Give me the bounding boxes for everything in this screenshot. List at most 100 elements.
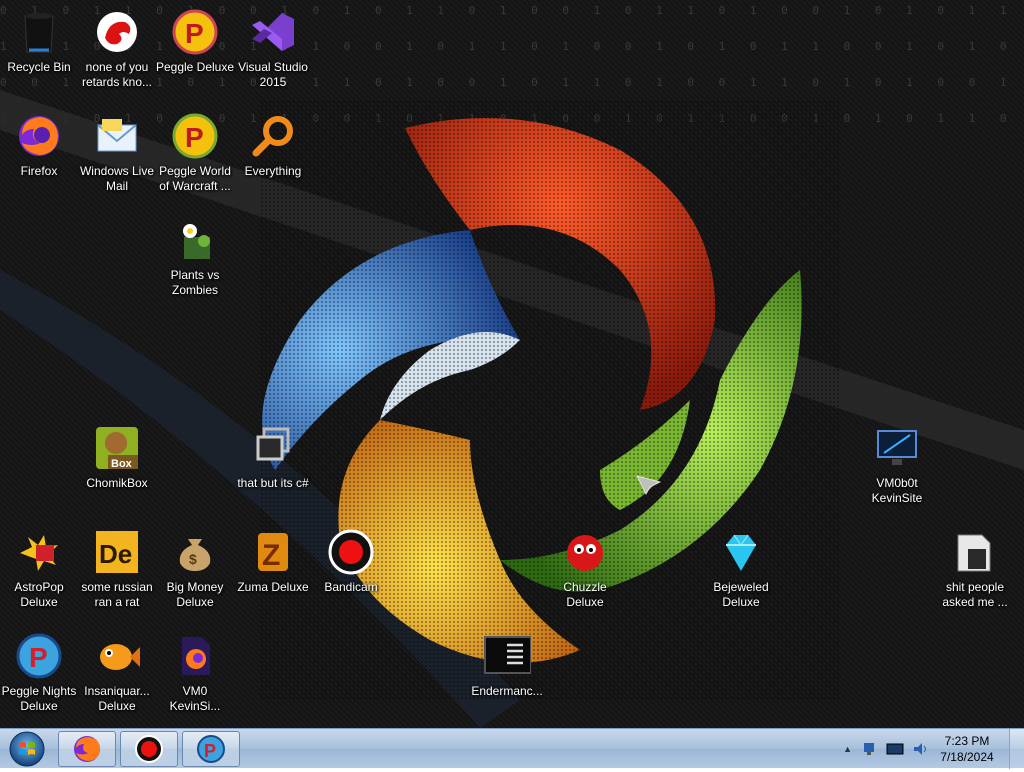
volume-icon[interactable] [912, 741, 928, 757]
desktop-icon-big-money[interactable]: $ Big Money Deluxe [156, 528, 234, 610]
desktop-icon-label: Windows Live Mail [79, 164, 155, 193]
desktop-icon-plants-vs-zombies[interactable]: Plants vs Zombies [156, 216, 234, 298]
desktop-icon-that-but-c[interactable]: that but its c# [234, 424, 312, 491]
mail-icon [93, 112, 141, 160]
desktop-icon-peggle-deluxe[interactable]: P Peggle Deluxe [156, 8, 234, 75]
svg-text:Box: Box [111, 458, 133, 470]
flower-icon [171, 216, 219, 264]
desktop-icon-label: Chuzzle Deluxe [563, 580, 607, 609]
desktop-icon-label: Endermanc... [471, 684, 543, 698]
desktop-icon-label: Recycle Bin [7, 60, 71, 74]
desktop-icon-firefox[interactable]: Firefox [0, 112, 78, 179]
fish-icon [93, 632, 141, 680]
desktop-icon-peggle-world[interactable]: P Peggle World of Warcraft ... [156, 112, 234, 194]
peggle-icon: P [171, 112, 219, 160]
de-icon: De [93, 528, 141, 576]
recycle-bin-icon [15, 8, 63, 56]
desktop-icon-windows-live-mail[interactable]: Windows Live Mail [78, 112, 156, 194]
desktop-icon-label: none of you retards kno... [81, 60, 153, 89]
desktop-icon-recycle-bin[interactable]: Recycle Bin [0, 8, 78, 75]
desktop-icon-label: VM0b0t KevinSite [871, 476, 923, 505]
desktop-icon-label: that but its c# [237, 476, 309, 490]
desktop-icon-label: Peggle Deluxe [155, 60, 235, 74]
desktop-icon-none-of-you[interactable]: none of you retards kno... [78, 8, 156, 90]
firefox-icon [74, 736, 100, 762]
desktop-icon-visual-studio[interactable]: Visual Studio 2015 [234, 8, 312, 90]
zuma-icon: Z [249, 528, 297, 576]
taskbar-firefox-button[interactable] [58, 731, 116, 767]
desktop-icon-label: ChomikBox [86, 476, 148, 490]
svg-text:Z: Z [262, 539, 280, 572]
desktop-icon-label: Everything [244, 164, 302, 178]
desktop-icon-label: shit people asked me ... [942, 580, 1008, 609]
clock[interactable]: 7:23 PM 7/18/2024 [932, 733, 1002, 765]
firefox-icon [15, 112, 63, 160]
desktop-icon-peggle-nights[interactable]: P Peggle Nights Deluxe [0, 632, 78, 714]
desktop-icon-everything[interactable]: Everything [234, 112, 312, 179]
record-icon [327, 528, 375, 576]
desktop-icon-label: Bejeweled Deluxe [713, 580, 769, 609]
desktop-icon-label: VM0 KevinSi... [169, 684, 221, 713]
red-dragon-icon [93, 8, 141, 56]
desktop-icon-label: Insaniquar... Deluxe [84, 684, 150, 713]
start-button[interactable] [4, 731, 50, 767]
svg-text:P: P [29, 642, 48, 673]
network-icon[interactable] [862, 741, 878, 757]
console-icon [483, 632, 531, 680]
svg-text:P: P [185, 122, 204, 153]
record-icon [135, 735, 163, 763]
desktop-icon-label: Peggle World of Warcraft ... [159, 164, 231, 193]
desktop-icon-label: Peggle Nights Deluxe [1, 684, 77, 713]
desktop-icon-vm0-kevinsi[interactable]: VM0 KevinSi... [156, 632, 234, 714]
desktop-icon-label: Visual Studio 2015 [238, 60, 308, 89]
hamster-box-icon: Box [93, 424, 141, 472]
desktop-icon-bandicam[interactable]: Bandicam [312, 528, 390, 595]
desktop-icon-shit-people[interactable]: shit people asked me ... [936, 528, 1014, 610]
desktop-icon-label: AstroPop Deluxe [14, 580, 64, 609]
folder-icon [951, 528, 999, 576]
desktop-icon-astropop[interactable]: AstroPop Deluxe [0, 528, 78, 610]
desktop-icon-vm0b0t[interactable]: VM0b0t KevinSite [858, 424, 936, 506]
show-desktop-button[interactable] [1009, 729, 1024, 769]
windows-stack-icon [249, 424, 297, 472]
firefox-file-icon [171, 632, 219, 680]
wallpaper-swirl-logo [0, 90, 1024, 728]
desktop-icon-endermanch[interactable]: Endermanc... [468, 632, 546, 699]
svg-text:P: P [185, 18, 204, 49]
taskbar-peggle-button[interactable]: P [182, 731, 240, 767]
peggle-icon: P [15, 632, 63, 680]
desktop[interactable]: 0 1 0 1 1 0 1 0 0 1 0 1 0 1 1 0 1 0 0 1 … [0, 0, 1024, 728]
taskbar-bandicam-button[interactable] [120, 731, 178, 767]
clock-date: 7/18/2024 [940, 750, 994, 764]
svg-text:P: P [204, 741, 216, 761]
desktop-icon-label: some russian ran a rat [81, 580, 153, 609]
clock-time: 7:23 PM [944, 734, 990, 748]
taskbar: P ▲ 7:23 PM 7/18/2024 [0, 728, 1024, 769]
desktop-icon-zuma[interactable]: Z Zuma Deluxe [234, 528, 312, 595]
peggle-icon: P [197, 735, 225, 763]
magnifier-icon [249, 112, 297, 160]
monitor-icon [873, 424, 921, 472]
desktop-icon-label: Bandicam [324, 580, 378, 594]
desktop-icon-label: Plants vs Zombies [170, 268, 220, 297]
chuzzle-icon [561, 528, 609, 576]
svg-text:De: De [99, 539, 132, 569]
desktop-icon-bejeweled[interactable]: Bejeweled Deluxe [702, 528, 780, 610]
show-hidden-icons-button[interactable]: ▲ [843, 744, 852, 754]
system-tray: ▲ [843, 729, 928, 769]
desktop-icon-chuzzle[interactable]: Chuzzle Deluxe [546, 528, 624, 610]
desktop-icon-some-russian[interactable]: De some russian ran a rat [78, 528, 156, 610]
desktop-icon-label: Zuma Deluxe [237, 580, 309, 594]
visual-studio-icon [249, 8, 297, 56]
desktop-icon-chomikbox[interactable]: Box ChomikBox [78, 424, 156, 491]
action-center-icon[interactable] [886, 741, 904, 757]
peggle-icon: P [171, 8, 219, 56]
astropop-icon [15, 528, 63, 576]
desktop-icon-label: Firefox [20, 164, 58, 178]
desktop-icon-insaniquarium[interactable]: Insaniquar... Deluxe [78, 632, 156, 714]
money-bag-icon: $ [171, 528, 219, 576]
desktop-icon-label: Big Money Deluxe [166, 580, 224, 609]
diamond-icon [717, 528, 765, 576]
svg-text:$: $ [189, 551, 197, 567]
windows-logo-icon [9, 731, 45, 767]
